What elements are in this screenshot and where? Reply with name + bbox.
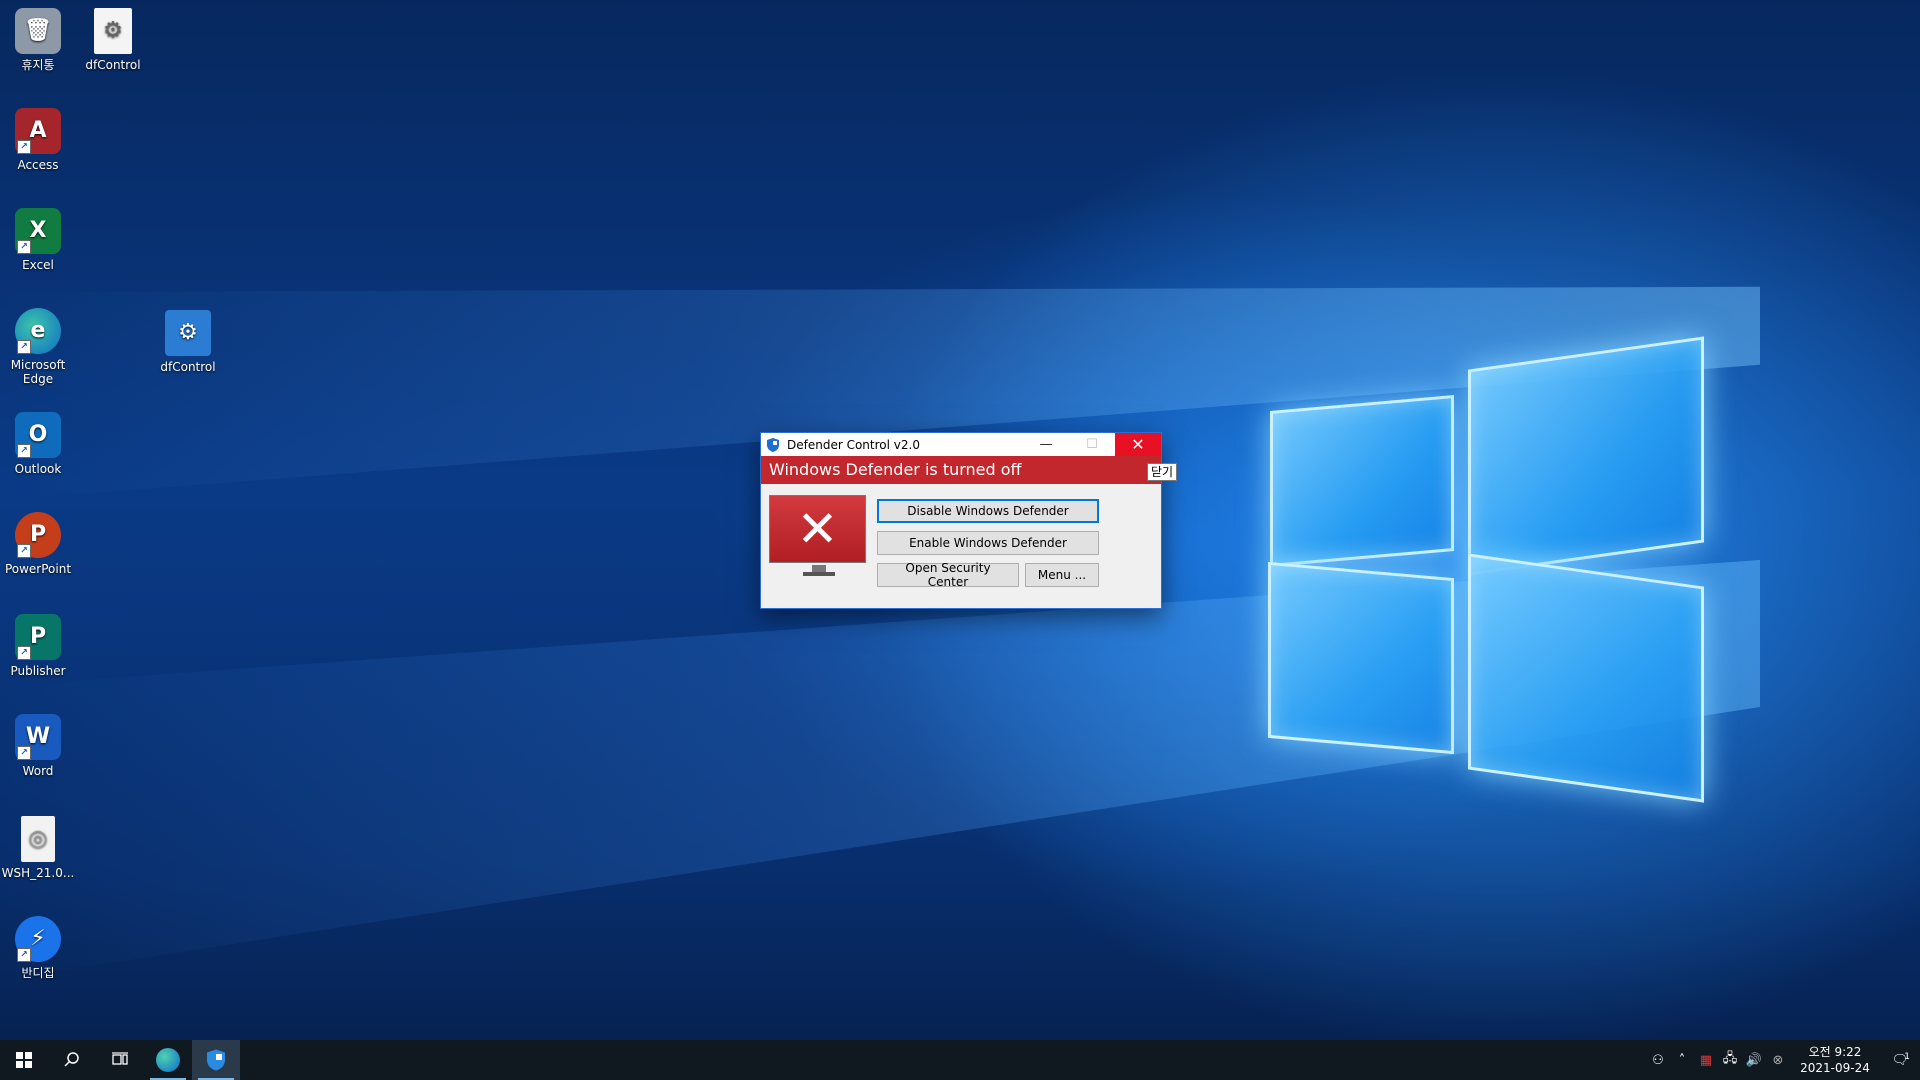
shortcut-arrow-icon: ↗ bbox=[17, 544, 31, 558]
task-view-icon bbox=[112, 1052, 128, 1065]
taskbar: ⚇ ˄ ▦ 🖧 🔊 ⊗ 오전 9:22 2021-09-24 🗨 1 bbox=[0, 1040, 1920, 1080]
desktop-icon-recycle-bin[interactable]: 🗑 휴지통 bbox=[0, 8, 78, 72]
monitor-stand-icon bbox=[803, 565, 835, 576]
access-icon: A ↗ bbox=[15, 108, 61, 154]
desktop-icon-label: 휴지통 bbox=[21, 58, 55, 72]
people-icon[interactable]: ⚇ bbox=[1646, 1053, 1670, 1068]
powerpoint-icon: P ↗ bbox=[15, 512, 61, 558]
taskbar-defender-control[interactable] bbox=[192, 1040, 240, 1080]
defender-shield-icon bbox=[207, 1049, 225, 1071]
defender-shield-icon bbox=[767, 437, 779, 452]
desktop-icon-label: PowerPoint bbox=[4, 562, 72, 576]
shortcut-arrow-icon: ↗ bbox=[17, 746, 31, 760]
volume-icon[interactable]: 🔊 bbox=[1742, 1053, 1766, 1068]
desktop-icon-label: 반디집 bbox=[21, 966, 55, 980]
bandizip-icon: ⚡ ↗ bbox=[15, 916, 61, 962]
desktop-icon-bandizip[interactable]: ⚡ ↗ 반디집 bbox=[0, 916, 78, 980]
desktop-icon-label: Excel bbox=[22, 258, 54, 272]
desktop-icon-label: WSH_21.0... bbox=[1, 866, 75, 880]
desktop-icon-access[interactable]: A ↗ Access bbox=[0, 108, 78, 172]
desktop-icon-word[interactable]: W ↗ Word bbox=[0, 714, 78, 778]
maximize-button[interactable]: ☐ bbox=[1069, 433, 1115, 456]
desktop-icon-dfcontrol-file[interactable]: ⚙ dfControl bbox=[73, 8, 153, 72]
menu-button[interactable]: Menu ... bbox=[1025, 563, 1099, 587]
edge-icon bbox=[156, 1048, 180, 1072]
disc-image-icon: ◎ bbox=[21, 816, 55, 862]
security-warning-icon[interactable]: ⊗ bbox=[1766, 1053, 1790, 1068]
publisher-icon: P ↗ bbox=[15, 614, 61, 660]
desktop-icon-powerpoint[interactable]: P ↗ PowerPoint bbox=[0, 512, 78, 576]
taskbar-clock[interactable]: 오전 9:22 2021-09-24 bbox=[1790, 1044, 1880, 1076]
shortcut-arrow-icon: ↗ bbox=[17, 948, 31, 962]
wallpaper-windows-logo bbox=[1260, 336, 1710, 803]
edge-icon: e ↗ bbox=[15, 308, 61, 354]
desktop-icon-label: Publisher bbox=[10, 664, 66, 678]
shortcut-arrow-icon: ↗ bbox=[17, 140, 31, 154]
action-center-button[interactable]: 🗨 1 bbox=[1880, 1051, 1920, 1068]
desktop-icon-wsh-file[interactable]: ◎ WSH_21.0... bbox=[0, 816, 78, 880]
notification-count: 1 bbox=[1904, 1051, 1910, 1062]
clock-time: 오전 9:22 bbox=[1808, 1045, 1862, 1059]
shortcut-arrow-icon: ↗ bbox=[17, 340, 31, 354]
shortcut-arrow-icon: ↗ bbox=[17, 240, 31, 254]
desktop-icon-edge[interactable]: e ↗ Microsoft Edge bbox=[0, 308, 78, 386]
desktop-icon-excel[interactable]: X ↗ Excel bbox=[0, 208, 78, 272]
minimize-button[interactable]: — bbox=[1023, 433, 1069, 456]
word-icon: W ↗ bbox=[15, 714, 61, 760]
disable-defender-button[interactable]: Disable Windows Defender bbox=[877, 499, 1099, 523]
desktop-icon-publisher[interactable]: P ↗ Publisher bbox=[0, 614, 78, 678]
windows-logo-icon bbox=[16, 1052, 32, 1068]
window-title: Defender Control v2.0 bbox=[787, 437, 920, 452]
network-icon[interactable]: 🖧 bbox=[1718, 1049, 1742, 1071]
window-titlebar[interactable]: Defender Control v2.0 — ☐ ✕ bbox=[761, 433, 1161, 456]
recycle-bin-icon: 🗑 bbox=[15, 8, 61, 54]
close-tooltip: 닫기 bbox=[1147, 463, 1178, 481]
system-tray: ⚇ ˄ ▦ 🖧 🔊 ⊗ 오전 9:22 2021-09-24 🗨 1 bbox=[1646, 1040, 1920, 1080]
defender-status-monitor-icon: ✕ bbox=[769, 495, 866, 576]
desktop-icon-label: Outlook bbox=[14, 462, 62, 476]
desktop-icon-outlook[interactable]: O ↗ Outlook bbox=[0, 412, 78, 476]
defender-control-window: Defender Control v2.0 — ☐ ✕ Windows Defe… bbox=[760, 432, 1162, 609]
desktop-icon-label: Microsoft Edge bbox=[10, 358, 66, 386]
close-x-icon: ✕ bbox=[796, 500, 839, 558]
status-banner: Windows Defender is turned off bbox=[761, 456, 1161, 484]
shortcut-arrow-icon: ↗ bbox=[17, 444, 31, 458]
search-icon bbox=[64, 1052, 79, 1067]
close-button[interactable]: ✕ bbox=[1115, 433, 1161, 456]
start-button[interactable] bbox=[0, 1040, 48, 1080]
clock-date: 2021-09-24 bbox=[1800, 1061, 1870, 1075]
taskbar-edge[interactable] bbox=[144, 1040, 192, 1080]
desktop-icon-label: dfControl bbox=[85, 58, 141, 72]
desktop-icon-dfcontrol-app[interactable]: ⚙ dfControl bbox=[148, 310, 228, 374]
desktop-icon-label: Access bbox=[17, 158, 59, 172]
gear-file-icon: ⚙ bbox=[94, 8, 132, 54]
desktop-icon-label: dfControl bbox=[160, 360, 216, 374]
desktop-icon-label: Word bbox=[22, 764, 54, 778]
tray-app-icon[interactable]: ▦ bbox=[1694, 1053, 1718, 1068]
outlook-icon: O ↗ bbox=[15, 412, 61, 458]
excel-icon: X ↗ bbox=[15, 208, 61, 254]
task-view-button[interactable] bbox=[96, 1040, 144, 1080]
defender-shield-icon: ⚙ bbox=[165, 310, 211, 356]
chevron-up-icon[interactable]: ˄ bbox=[1670, 1053, 1694, 1068]
open-security-center-button[interactable]: Open Security Center bbox=[877, 561, 1019, 589]
enable-defender-button[interactable]: Enable Windows Defender bbox=[877, 531, 1099, 555]
search-button[interactable] bbox=[48, 1040, 96, 1080]
shortcut-arrow-icon: ↗ bbox=[17, 646, 31, 660]
